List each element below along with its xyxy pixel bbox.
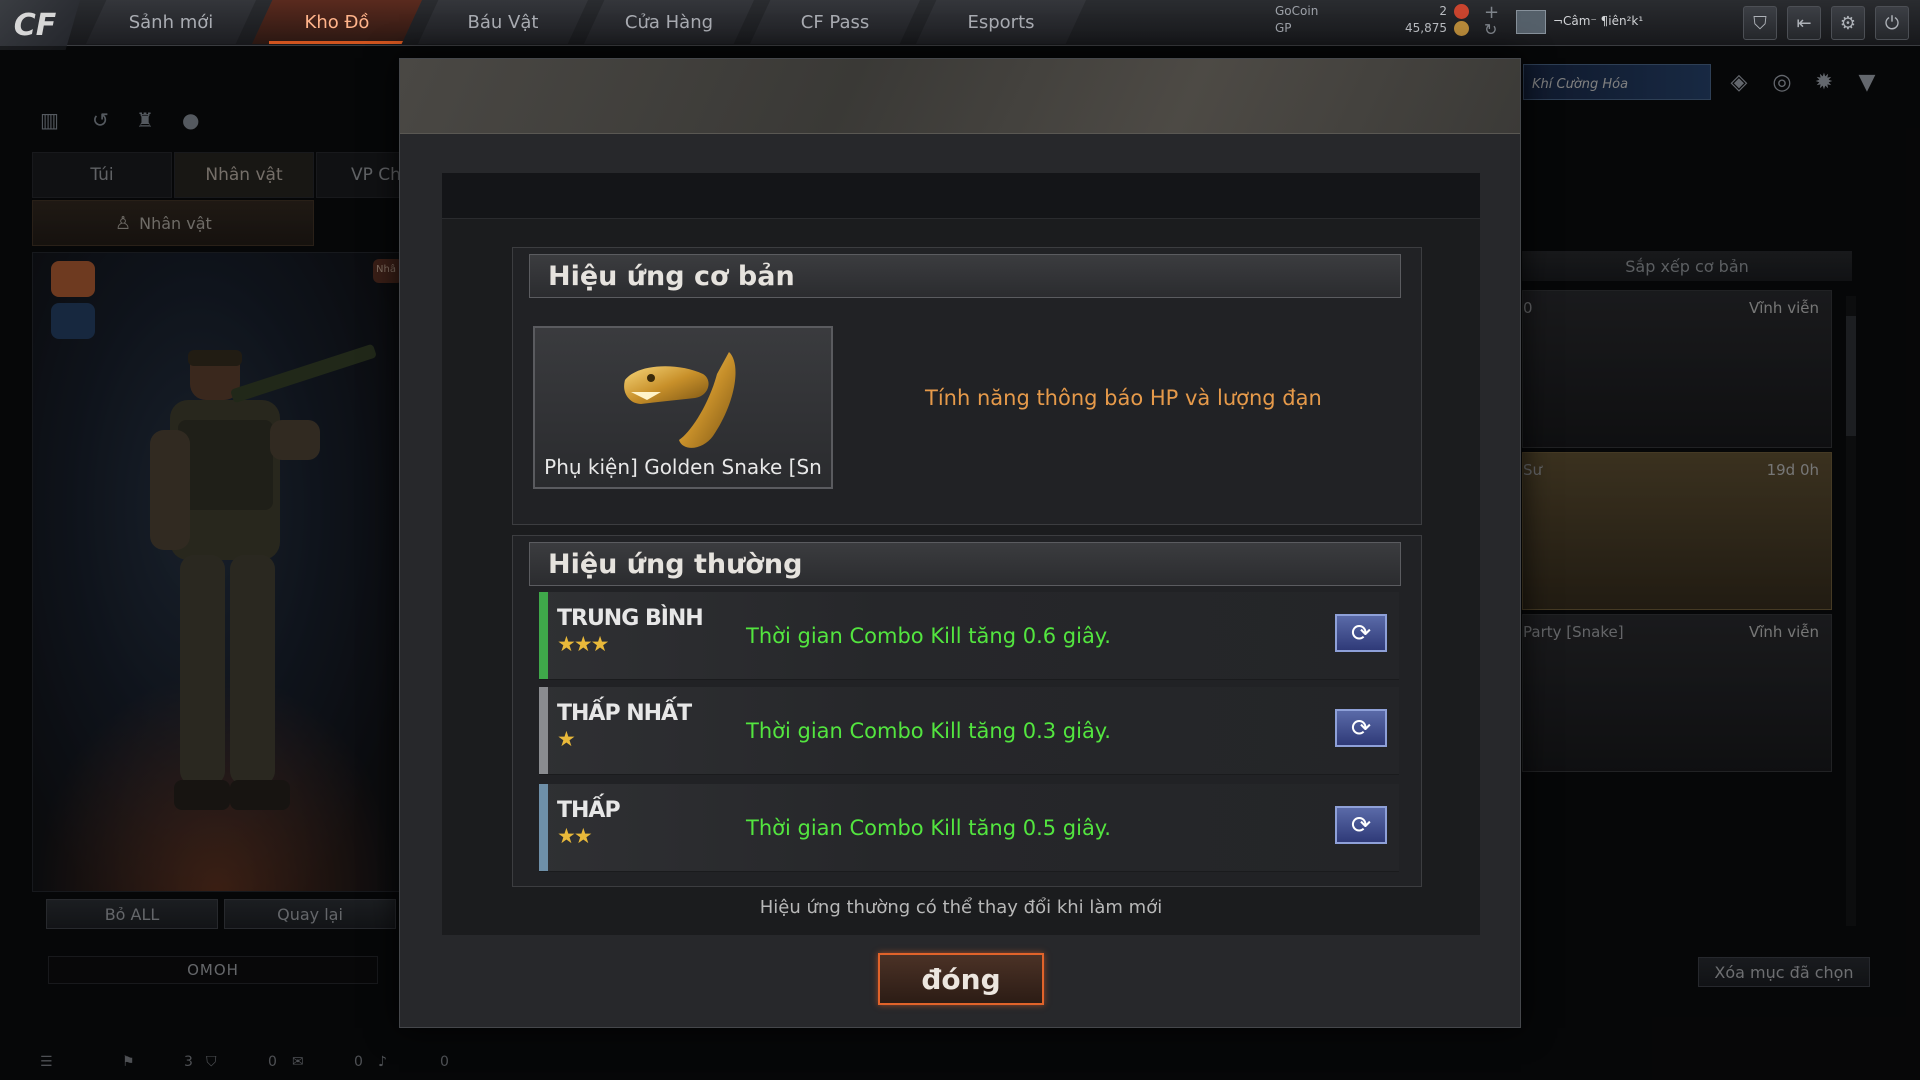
gocoin-label: GoCoin <box>1275 4 1319 18</box>
dialog-body-header <box>442 173 1480 219</box>
effect-row: THẤP NHẤT ★ Thời gian Combo Kill tăng 0.… <box>539 687 1399 775</box>
refresh-currency-icon[interactable]: ↻ <box>1484 20 1497 39</box>
basic-effect-title: Hiệu ứng cơ bản <box>529 254 1401 298</box>
effect-stars: ★★ <box>557 824 593 848</box>
dialog-header <box>400 59 1520 134</box>
tab-kho-do[interactable]: Kho Đồ <box>252 0 422 44</box>
gocoin-value: 2 <box>1439 4 1447 18</box>
tier-indicator <box>539 784 548 871</box>
currency-panel: GoCoin 2 GP 45,875 <box>1275 4 1475 42</box>
tab-esports[interactable]: Esports <box>916 0 1086 44</box>
effect-tier: TRUNG BÌNH <box>557 606 704 631</box>
gear-icon[interactable]: ⚙ <box>1831 6 1865 40</box>
refresh-icon: ⟳ <box>1350 619 1372 647</box>
effect-description: Thời gian Combo Kill tăng 0.6 giây. <box>746 624 1111 648</box>
close-button[interactable]: đóng <box>878 953 1044 1005</box>
top-bar: CF Sảnh mới Kho Đồ Báu Vật Cửa Hàng CF P… <box>0 0 1920 50</box>
effect-detail-dialog: Hiệu ứng cơ bản Phụ kiện] Golden Snake [… <box>399 58 1521 1028</box>
exit-room-icon[interactable]: ⇤ <box>1787 6 1821 40</box>
power-icon[interactable]: ⏻ <box>1875 6 1909 40</box>
effect-row: TRUNG BÌNH ★★★ Thời gian Combo Kill tăng… <box>539 592 1399 680</box>
tier-indicator <box>539 592 548 679</box>
effect-tier: THẤP <box>557 798 621 823</box>
reroll-button[interactable]: ⟳ <box>1335 709 1387 747</box>
username: ¬Câm⁻ ¶iên²k¹ <box>1553 14 1644 28</box>
golden-snake-icon <box>624 352 736 448</box>
effect-tier: THẤP NHẤT <box>557 701 692 726</box>
basic-effect-section: Hiệu ứng cơ bản Phụ kiện] Golden Snake [… <box>512 247 1422 525</box>
effect-row: THẤP ★★ Thời gian Combo Kill tăng 0.5 gi… <box>539 784 1399 872</box>
basic-effect-description: Tính năng thông báo HP và lượng đạn <box>925 386 1322 410</box>
tab-sanh-moi[interactable]: Sảnh mới <box>86 0 256 44</box>
refresh-icon: ⟳ <box>1350 811 1372 839</box>
effect-stars: ★ <box>557 727 576 751</box>
tier-indicator <box>539 687 548 774</box>
game-logo[interactable]: CF <box>0 0 80 50</box>
mail-icon[interactable] <box>1516 10 1546 34</box>
refresh-note: Hiệu ứng thường có thể thay đổi khi làm … <box>759 897 1163 918</box>
effect-description: Thời gian Combo Kill tăng 0.3 giây. <box>746 719 1111 743</box>
gocoin-icon <box>1454 4 1469 19</box>
gp-icon <box>1454 21 1469 36</box>
reroll-button[interactable]: ⟳ <box>1335 806 1387 844</box>
refresh-icon: ⟳ <box>1350 714 1372 742</box>
effect-stars: ★★★ <box>557 632 610 656</box>
effect-description: Thời gian Combo Kill tăng 0.5 giây. <box>746 816 1111 840</box>
reroll-button[interactable]: ⟳ <box>1335 614 1387 652</box>
shield-icon[interactable]: ⛉ <box>1743 6 1777 40</box>
gp-label: GP <box>1275 21 1292 35</box>
item-slot[interactable]: Phụ kiện] Golden Snake [Sn <box>533 326 833 489</box>
tab-cf-pass[interactable]: CF Pass <box>750 0 920 44</box>
item-name: Phụ kiện] Golden Snake [Sn <box>544 455 822 479</box>
tab-bau-vat[interactable]: Báu Vật <box>418 0 588 44</box>
gp-value: 45,875 <box>1405 21 1447 35</box>
normal-effect-title: Hiệu ứng thường <box>529 542 1401 586</box>
tab-cua-hang[interactable]: Cửa Hàng <box>584 0 754 44</box>
normal-effect-section: Hiệu ứng thường TRUNG BÌNH ★★★ Thời gian… <box>512 535 1422 887</box>
